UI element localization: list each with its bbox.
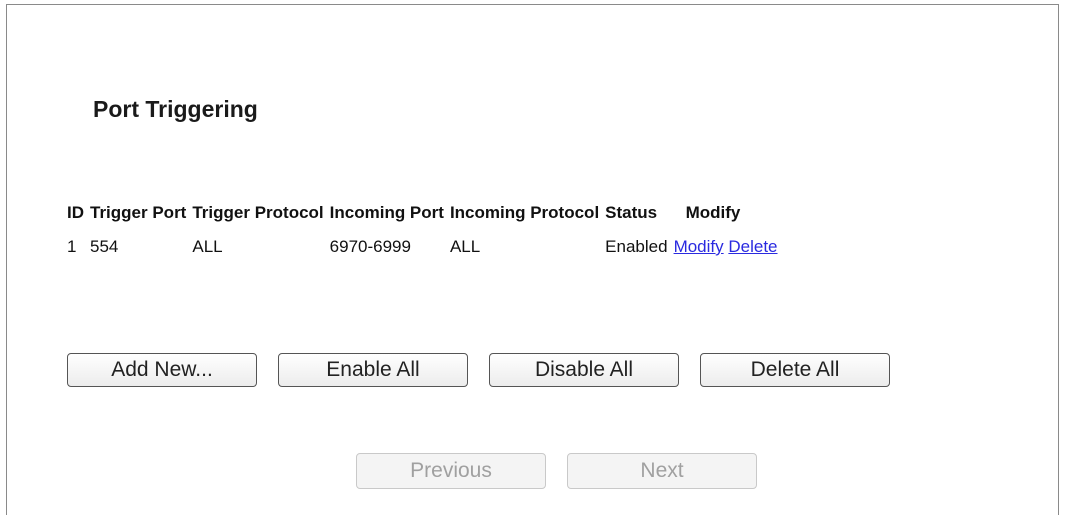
- port-triggering-table: ID Trigger Port Trigger Protocol Incomin…: [67, 196, 784, 264]
- delete-all-button[interactable]: Delete All: [700, 353, 890, 387]
- page-title: Port Triggering: [93, 96, 258, 122]
- cell-trigger-port: 554: [90, 237, 119, 256]
- modify-link[interactable]: Modify: [674, 237, 724, 256]
- next-button[interactable]: Next: [567, 453, 757, 489]
- previous-button[interactable]: Previous: [356, 453, 546, 489]
- cell-trigger-protocol: ALL: [192, 237, 223, 256]
- cell-status: Enabled: [605, 237, 668, 256]
- enable-all-button[interactable]: Enable All: [278, 353, 468, 387]
- header-trigger-port: Trigger Port: [90, 203, 187, 222]
- cell-incoming-protocol: ALL: [449, 237, 481, 256]
- cell-incoming-port: 6970-6999: [329, 237, 411, 256]
- delete-link[interactable]: Delete: [728, 237, 777, 256]
- header-id: ID: [67, 203, 84, 222]
- header-incoming-port: Incoming Port: [329, 203, 444, 222]
- table-header-row: ID Trigger Port Trigger Protocol Incomin…: [67, 196, 784, 230]
- cell-id: 1: [67, 237, 77, 256]
- cell-modify-actions: Modify Delete: [674, 230, 784, 264]
- header-modify: Modify: [685, 203, 741, 222]
- add-new-button[interactable]: Add New...: [67, 353, 257, 387]
- header-status: Status: [605, 203, 658, 222]
- header-incoming-protocol: Incoming Protocol: [449, 203, 600, 222]
- header-trigger-protocol: Trigger Protocol: [192, 203, 324, 222]
- disable-all-button[interactable]: Disable All: [489, 353, 679, 387]
- table-row: 1 554 ALL 6970-6999 ALL Enabled Modify D…: [67, 230, 784, 264]
